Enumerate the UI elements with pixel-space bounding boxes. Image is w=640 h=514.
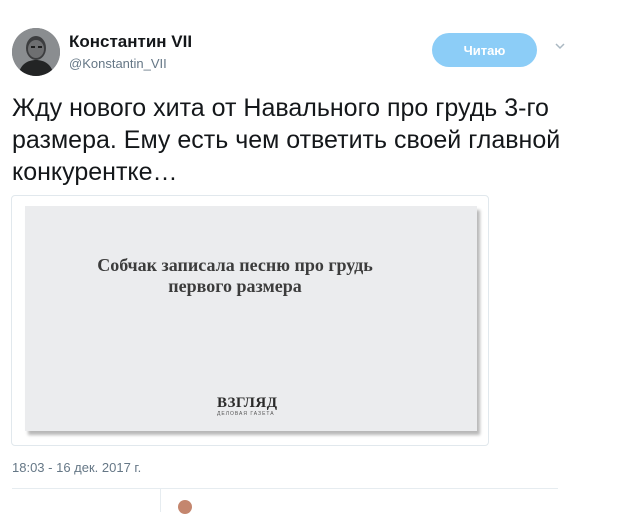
card-headline: Собчак записала песню про грудь первого …	[97, 255, 373, 296]
author-handle[interactable]: @Konstantin_VII	[69, 56, 167, 71]
tweet-text: Жду нового хита от Навального про грудь …	[12, 94, 561, 186]
avatar[interactable]	[12, 28, 60, 76]
link-card[interactable]: Собчак записала песню про грудь первого …	[11, 195, 489, 446]
author-name[interactable]: Константин VII	[69, 32, 192, 52]
chevron-down-icon[interactable]	[555, 41, 565, 51]
tweet-timestamp[interactable]: 18:03 - 16 дек. 2017 г.	[12, 460, 141, 475]
divider	[12, 488, 558, 489]
logo-title: ВЗГЛЯД	[217, 395, 278, 411]
card-image[interactable]: Собчак записала песню про грудь первого …	[25, 206, 477, 431]
avatar-photo-icon	[12, 28, 60, 76]
divider-vertical	[160, 489, 161, 512]
publisher-logo: ВЗГЛЯД ДЕЛОВАЯ ГАЗЕТА	[217, 395, 287, 418]
logo-subtitle: ДЕЛОВАЯ ГАЗЕТА	[217, 411, 275, 417]
follow-button[interactable]: Читаю	[432, 33, 537, 67]
